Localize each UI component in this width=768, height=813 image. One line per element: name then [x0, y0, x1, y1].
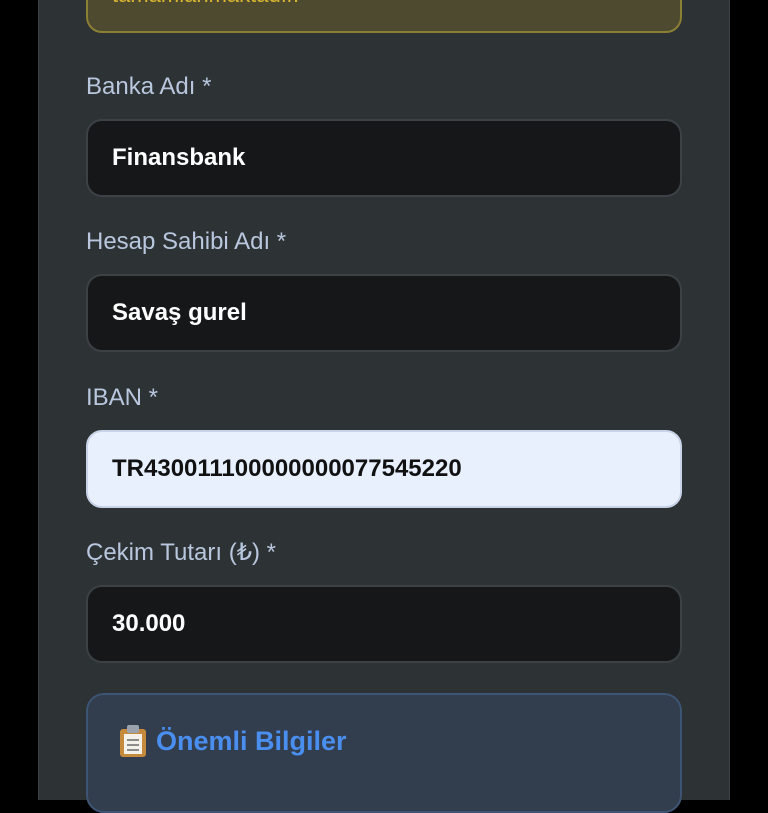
important-info-title: Önemli Bilgiler: [156, 725, 347, 756]
important-info-header: Önemli Bilgiler: [120, 725, 347, 757]
notice-text: tamamlanmaktadır.: [112, 0, 299, 8]
bank-name-input[interactable]: Finansbank: [86, 119, 682, 197]
account-holder-input[interactable]: Savaş gurel: [86, 274, 682, 352]
iban-label: IBAN *: [86, 384, 159, 411]
iban-input[interactable]: TR430011100000000077545220: [86, 430, 682, 508]
account-holder-label: Hesap Sahibi Adı *: [86, 228, 287, 255]
notice-banner: tamamlanmaktadır.: [86, 0, 682, 33]
clipboard-icon: [120, 725, 146, 757]
bank-name-label: Banka Adı *: [86, 73, 212, 100]
important-info-box: Önemli Bilgiler: [86, 693, 682, 813]
amount-input[interactable]: 30.000: [86, 585, 682, 663]
amount-label: Çekim Tutarı (₺) *: [86, 539, 276, 566]
